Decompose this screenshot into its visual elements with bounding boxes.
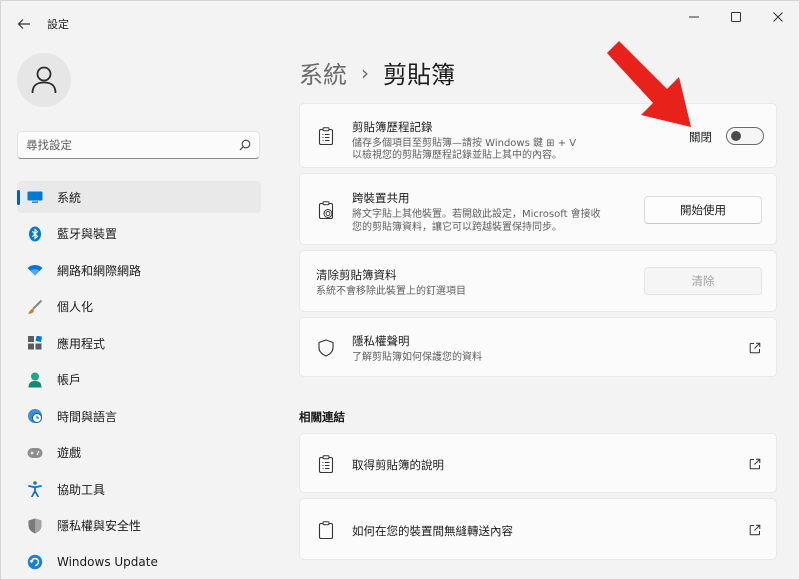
clipboard-sync-icon	[316, 200, 336, 220]
shield-icon	[27, 518, 43, 534]
sidebar-item-privacy-security[interactable]: 隱私權與安全性	[17, 510, 261, 542]
related-link-help[interactable]: 取得剪貼簿的說明	[299, 433, 777, 493]
card-title: 隱私權聲明	[352, 334, 410, 348]
sidebar-item-personalization[interactable]: 個人化	[17, 291, 261, 323]
shield-icon	[316, 338, 336, 358]
monitor-icon	[27, 189, 43, 205]
external-link-icon	[748, 341, 762, 355]
sidebar-item-time-language[interactable]: 時間與語言	[17, 400, 261, 432]
privacy-statement-card[interactable]: 隱私權聲明 了解剪貼簿如何保護您的資料	[299, 317, 777, 377]
related-link-transfer[interactable]: 如何在您的裝置間無縫轉送內容	[299, 498, 777, 560]
sidebar-item-network[interactable]: 網路和網際網路	[17, 254, 261, 286]
back-button[interactable]	[11, 11, 37, 37]
minimize-button[interactable]	[673, 1, 715, 33]
maximize-button[interactable]	[715, 1, 757, 33]
user-avatar[interactable]	[17, 53, 71, 107]
sidebar-item-accounts[interactable]: 帳戶	[17, 364, 261, 396]
bluetooth-icon	[27, 226, 43, 242]
breadcrumb: 系統 › 剪貼簿	[299, 55, 455, 90]
sidebar-item-accessibility[interactable]: 協助工具	[17, 473, 261, 505]
sidebar-item-system[interactable]: 系統	[17, 181, 261, 213]
breadcrumb-separator: ›	[361, 60, 369, 85]
sidebar-item-bluetooth[interactable]: 藍牙與裝置	[17, 218, 261, 250]
search-icon[interactable]	[239, 139, 251, 151]
external-link-icon	[748, 457, 762, 471]
card-title: 清除剪貼簿資料	[316, 268, 397, 282]
gamepad-icon	[27, 445, 43, 461]
sidebar-item-label: 藍牙與裝置	[57, 227, 118, 241]
related-links-title: 相關連結	[299, 410, 345, 424]
toggle-knob	[731, 131, 741, 141]
sidebar-item-label: 協助工具	[57, 482, 106, 497]
card-title: 跨裝置共用	[352, 191, 410, 205]
close-icon	[773, 12, 783, 22]
clipboard-icon	[316, 520, 336, 540]
card-description: 將文字貼上其他裝置。若開啟此設定，Microsoft 會接收	[352, 209, 601, 220]
card-description: 以檢視您的剪貼簿歷程記錄並貼上其中的內容。	[352, 150, 562, 161]
close-button[interactable]	[757, 1, 799, 33]
accessibility-icon	[27, 481, 43, 497]
minimize-icon	[689, 16, 699, 18]
related-link-label: 如何在您的裝置間無縫轉送內容	[352, 524, 513, 538]
page-title: 剪貼簿	[383, 61, 455, 89]
window-controls	[673, 1, 799, 33]
sidebar-item-gaming[interactable]: 遊戲	[17, 437, 261, 469]
related-link-label: 取得剪貼簿的說明	[352, 458, 444, 472]
app-title: 設定	[47, 18, 69, 31]
card-title: 剪貼簿歷程記錄	[352, 120, 433, 134]
card-description: 了解剪貼簿如何保護您的資料	[352, 352, 482, 363]
external-link-icon	[748, 523, 762, 537]
card-description: 系統不會移除此裝置上的釘選項目	[316, 286, 466, 297]
clipboard-history-toggle[interactable]	[726, 127, 764, 145]
red-arrow-annotation-icon	[607, 41, 691, 127]
get-started-button[interactable]: 開始使用	[644, 196, 762, 224]
sidebar-item-label: 個人化	[57, 300, 94, 314]
clipboard-history-card: 剪貼簿歷程記錄 儲存多個項目至剪貼簿—請按 Windows 鍵 ⊞ + V 以檢…	[299, 103, 777, 168]
sidebar-item-label: 遊戲	[57, 446, 82, 460]
settings-window: 設定 系統	[0, 0, 800, 580]
sidebar-item-label: Windows Update	[57, 555, 158, 569]
sidebar-item-apps[interactable]: 應用程式	[17, 327, 261, 359]
card-description: 您的剪貼簿資料，讓它可以跨越裝置保持同步。	[352, 222, 562, 233]
clipboard-list-icon	[316, 126, 336, 146]
person-icon	[31, 66, 57, 94]
sidebar-item-label: 應用程式	[57, 336, 106, 351]
sidebar-item-windows-update[interactable]: Windows Update	[17, 546, 261, 578]
search-input[interactable]	[26, 138, 239, 152]
wifi-icon	[27, 262, 43, 278]
person-icon	[27, 372, 43, 388]
breadcrumb-parent[interactable]: 系統	[299, 55, 347, 90]
globe-clock-icon	[27, 408, 43, 424]
clear-clipboard-card: 清除剪貼簿資料 系統不會移除此裝置上的釘選項目 清除	[299, 250, 777, 312]
arrow-left-icon	[17, 19, 30, 29]
sidebar-item-label: 隱私權與安全性	[57, 519, 142, 533]
sidebar-item-label: 網路和網際網路	[57, 263, 142, 278]
apps-icon	[27, 335, 43, 351]
clear-button[interactable]: 清除	[644, 267, 762, 295]
brush-icon	[27, 299, 43, 315]
clipboard-list-icon	[316, 454, 336, 474]
sidebar-item-label: 時間與語言	[57, 409, 118, 424]
maximize-icon	[731, 12, 741, 22]
sync-across-devices-card: 跨裝置共用 將文字貼上其他裝置。若開啟此設定，Microsoft 會接收 您的剪…	[299, 173, 777, 245]
search-box[interactable]	[17, 131, 260, 159]
sidebar-nav: 系統 藍牙與裝置 網路和網際網路 個人化 應用程式 帳戶 時間與語言 遊戲 協助…	[17, 181, 261, 580]
sidebar-item-label: 帳戶	[57, 373, 82, 387]
sidebar-item-label: 系統	[57, 190, 82, 205]
update-icon	[27, 554, 43, 570]
